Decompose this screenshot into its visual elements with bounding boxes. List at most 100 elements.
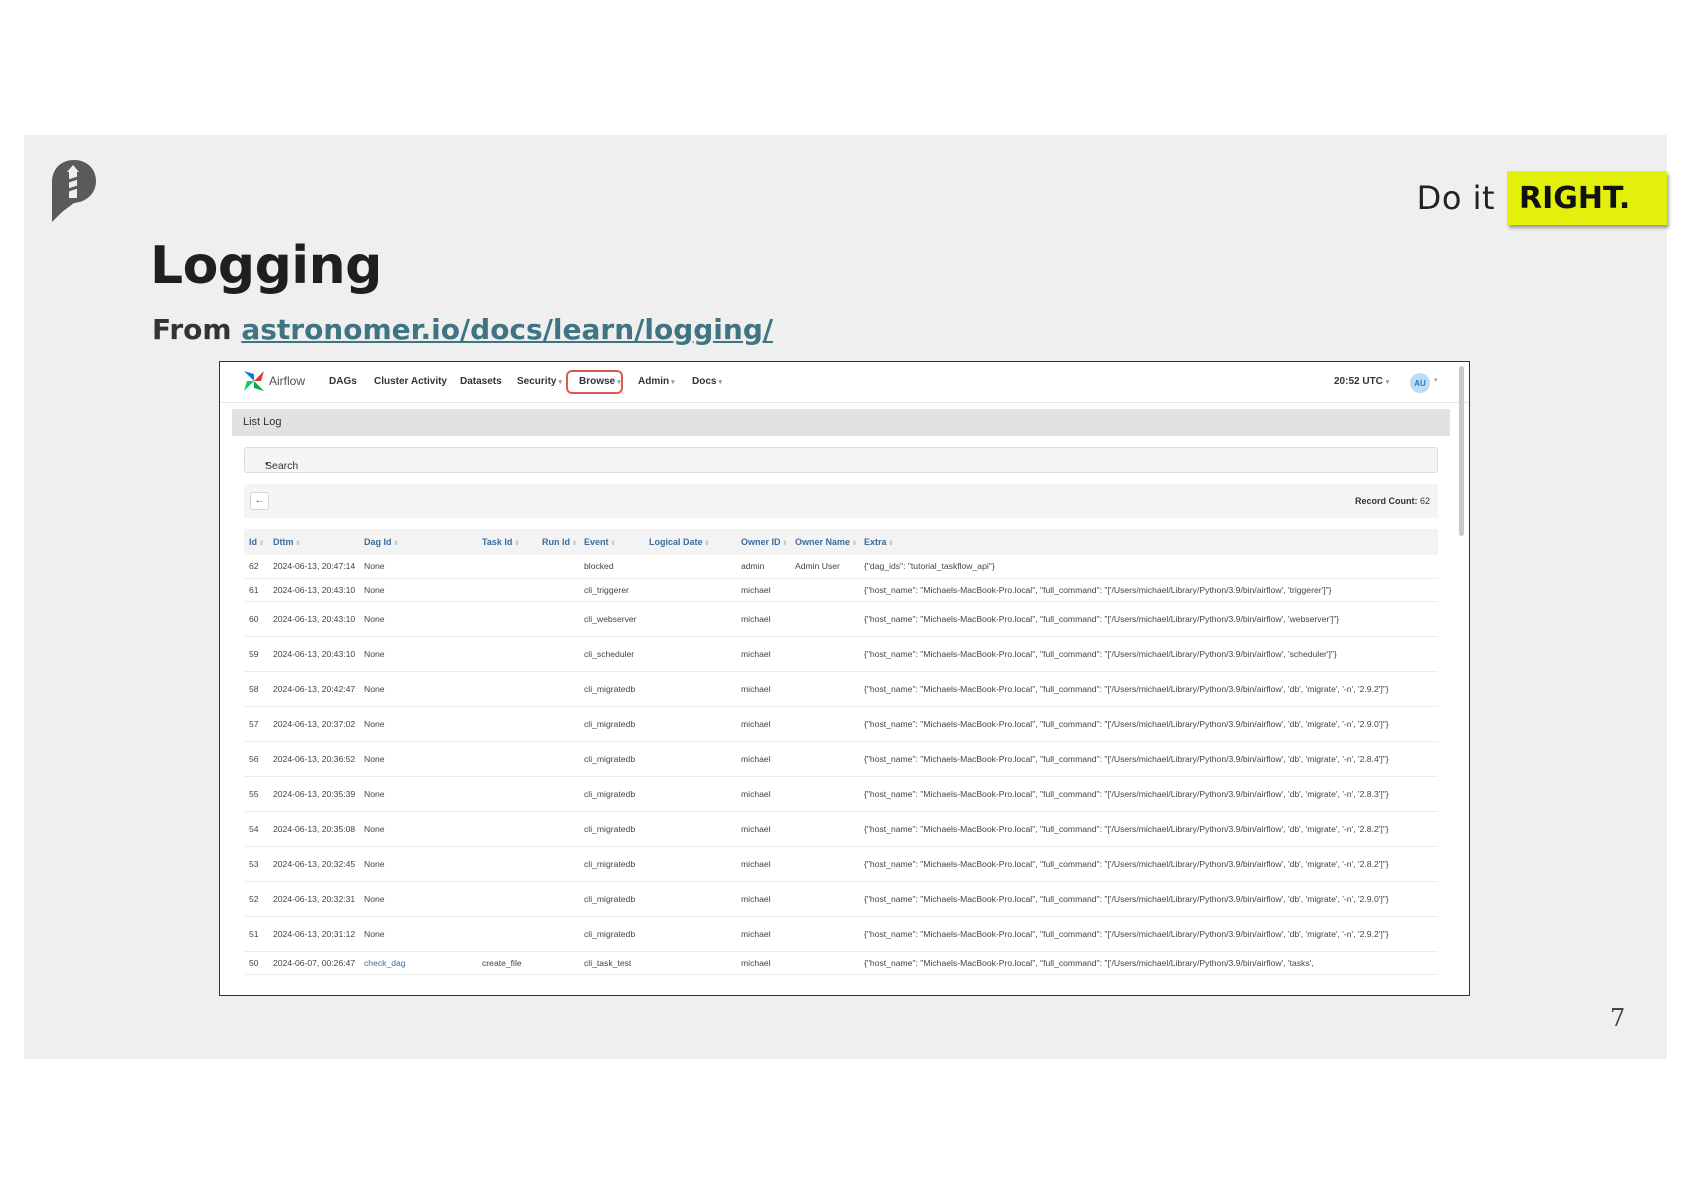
column-header[interactable]: Dag Id ⇕ <box>359 529 477 555</box>
cell-owner-name <box>790 601 859 637</box>
nav-dags[interactable]: DAGs <box>329 376 357 387</box>
sort-icon: ⇕ <box>704 541 710 547</box>
sort-icon: ⇕ <box>572 541 578 547</box>
cell-dag[interactable]: check_dag <box>359 951 477 975</box>
nav-docs[interactable]: Docs ▾ <box>692 376 722 387</box>
cell-run <box>537 671 579 707</box>
slide-title: Logging <box>150 236 382 296</box>
cell-dag: None <box>359 776 477 812</box>
cell-owner: admin <box>736 555 790 579</box>
utc-clock[interactable]: 20:52 UTC ▾ <box>1334 376 1389 387</box>
search-bar: Search ▾ <box>244 447 1438 473</box>
cell-owner: michael <box>736 578 790 602</box>
cell-event: cli_migratedb <box>579 776 644 812</box>
cell-extra: {"host_name": "Michaels-MacBook-Pro.loca… <box>859 916 1438 952</box>
chevron-down-icon: ▾ <box>718 379 722 386</box>
cell-owner: michael <box>736 741 790 777</box>
source-link[interactable]: astronomer.io/docs/learn/logging/ <box>241 313 773 346</box>
cell-extra: {"host_name": "Michaels-MacBook-Pro.loca… <box>859 951 1438 975</box>
cell-task <box>477 741 537 777</box>
nav-datasets[interactable]: Datasets <box>460 376 502 387</box>
cell-dag: None <box>359 846 477 882</box>
nav-browse[interactable]: Browse ▾ <box>579 376 621 387</box>
sort-icon: ⇕ <box>888 541 894 547</box>
cell-id: 57 <box>244 706 268 742</box>
cell-owner-name <box>790 811 859 847</box>
cell-logical <box>644 671 736 707</box>
column-header[interactable]: Extra ⇕ <box>859 529 1438 555</box>
cell-event: cli_triggerer <box>579 578 644 602</box>
cell-run <box>537 555 579 579</box>
cell-run <box>537 578 579 602</box>
cell-event: cli_migratedb <box>579 881 644 917</box>
user-avatar[interactable]: AU <box>1410 373 1430 393</box>
cell-id: 53 <box>244 846 268 882</box>
column-header-label: Extra <box>864 537 887 547</box>
cell-dag: None <box>359 636 477 672</box>
column-header[interactable]: Dttm ⇕ <box>268 529 359 555</box>
airflow-brand[interactable]: Airflow <box>242 369 305 393</box>
cell-owner: michael <box>736 846 790 882</box>
cell-extra: {"host_name": "Michaels-MacBook-Pro.loca… <box>859 776 1438 812</box>
cell-id: 55 <box>244 776 268 812</box>
cell-logical <box>644 811 736 847</box>
cell-owner: michael <box>736 671 790 707</box>
cell-task <box>477 601 537 637</box>
column-header[interactable]: Event ⇕ <box>579 529 644 555</box>
cell-id: 52 <box>244 881 268 917</box>
record-count-label: Record Count: <box>1354 496 1418 506</box>
slide-subtitle: From astronomer.io/docs/learn/logging/ <box>152 313 773 346</box>
cell-dttm: 2024-06-13, 20:43:10 <box>268 636 359 672</box>
cell-extra: {"host_name": "Michaels-MacBook-Pro.loca… <box>859 881 1438 917</box>
back-button[interactable]: ← <box>250 492 269 510</box>
cell-dttm: 2024-06-13, 20:43:10 <box>268 601 359 637</box>
cell-dag: None <box>359 601 477 637</box>
cell-run <box>537 741 579 777</box>
nav-admin[interactable]: Admin ▾ <box>638 376 675 387</box>
cell-task: create_file <box>477 951 537 975</box>
column-header[interactable]: Owner ID ⇕ <box>736 529 790 555</box>
cell-extra: {"host_name": "Michaels-MacBook-Pro.loca… <box>859 671 1438 707</box>
cell-extra: {"dag_ids": "tutorial_taskflow_api"} <box>859 555 1438 579</box>
cell-id: 60 <box>244 601 268 637</box>
cell-logical <box>644 636 736 672</box>
column-header[interactable]: Id ⇕ <box>244 529 268 555</box>
column-header-label: Task Id <box>482 537 513 547</box>
nav-security[interactable]: Security ▾ <box>517 376 562 387</box>
sort-icon: ⇕ <box>852 541 858 547</box>
cell-task <box>477 776 537 812</box>
column-header-label: Dag Id <box>364 537 392 547</box>
column-header[interactable]: Task Id ⇕ <box>477 529 537 555</box>
chevron-down-icon: ▾ <box>1434 377 1438 384</box>
search-label: Search <box>265 460 299 472</box>
cell-logical <box>644 881 736 917</box>
table-body: 62 2024-06-13, 20:47:14 None blocked admin Ad… <box>244 555 1438 975</box>
nav-browse-label: Browse <box>579 376 616 387</box>
column-header[interactable]: Run Id ⇕ <box>537 529 579 555</box>
cell-run <box>537 601 579 637</box>
page-scrollbar[interactable] <box>1459 366 1464 536</box>
cell-dag: None <box>359 555 477 579</box>
cell-logical <box>644 846 736 882</box>
column-header[interactable]: Owner Name ⇕ <box>790 529 859 555</box>
cell-dttm: 2024-06-13, 20:42:47 <box>268 671 359 707</box>
lighthouse-logo-icon <box>52 160 96 222</box>
column-header-label: Owner Name <box>795 537 851 547</box>
cell-run <box>537 951 579 975</box>
cell-owner: michael <box>736 706 790 742</box>
subtitle-prefix: From <box>152 313 232 346</box>
cell-event: cli_migratedb <box>579 916 644 952</box>
chevron-down-icon: ▾ <box>265 461 269 468</box>
cell-run <box>537 776 579 812</box>
cell-id: 50 <box>244 951 268 975</box>
table-row: 54 2024-06-13, 20:35:08 None cli_migratedb m… <box>244 811 1438 847</box>
nav-cluster-activity[interactable]: Cluster Activity <box>374 376 447 387</box>
table-row: 55 2024-06-13, 20:35:39 None cli_migratedb m… <box>244 776 1438 812</box>
cell-owner: michael <box>736 776 790 812</box>
table-row: 58 2024-06-13, 20:42:47 None cli_migratedb m… <box>244 671 1438 707</box>
cell-dag: None <box>359 811 477 847</box>
cell-dttm: 2024-06-13, 20:36:52 <box>268 741 359 777</box>
column-header[interactable]: Logical Date ⇕ <box>644 529 736 555</box>
cell-dttm: 2024-06-13, 20:35:08 <box>268 811 359 847</box>
cell-dag: None <box>359 741 477 777</box>
